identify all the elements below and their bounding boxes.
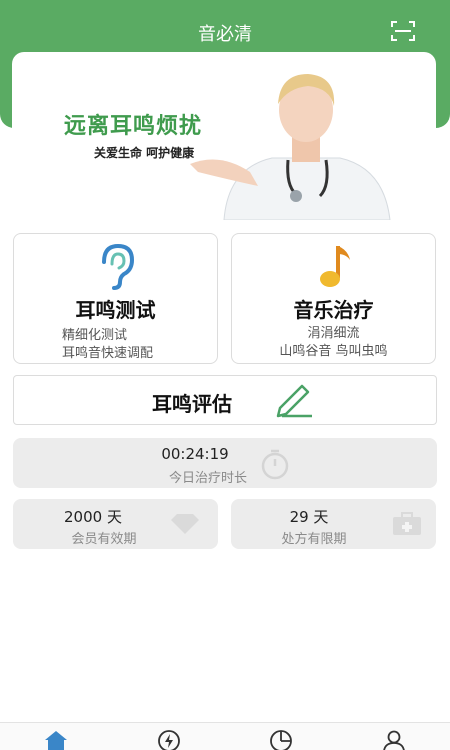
prescription-label: 处方有限期 [281,532,347,547]
home-icon[interactable] [43,729,69,750]
therapy-time-label: 今日治疗时长 [168,471,247,486]
membership-panel: 2000 天 会员有效期 [13,499,218,549]
prescription-value: 29 天 [289,508,329,526]
music-therapy-desc-1: 涓涓细流 [307,326,360,341]
tinnitus-test-desc-1: 精细化测试 [62,328,128,343]
scan-icon[interactable] [391,20,415,42]
tinnitus-evaluation-button[interactable]: 耳鸣评估 [13,375,437,425]
pie-chart-icon[interactable] [268,729,294,750]
medical-kit-icon [393,512,421,535]
user-icon[interactable] [381,729,407,750]
music-therapy-card[interactable]: 音乐治疗 涓涓细流 山鸣谷音 鸟叫虫鸣 [231,233,436,364]
lightning-icon[interactable] [156,729,182,750]
diamond-icon [171,514,199,534]
evaluation-label: 耳鸣评估 [152,392,232,416]
tinnitus-test-desc-2: 耳鸣音快速调配 [62,346,154,361]
music-therapy-desc-2: 山鸣谷音 鸟叫虫鸣 [279,344,388,359]
tinnitus-test-title: 耳鸣测试 [75,298,156,322]
bottom-tab-bar [0,722,450,750]
music-note-icon [320,246,350,287]
ear-icon [102,243,135,290]
banner: 远离耳鸣烦扰 关爱生命 呵护健康 [12,52,436,220]
membership-label: 会员有效期 [71,532,137,547]
music-therapy-title: 音乐治疗 [293,298,374,322]
tinnitus-test-card[interactable]: 耳鸣测试 精细化测试 耳鸣音快速调配 [13,233,218,364]
therapy-time-value: 00:24:19 [161,445,229,463]
therapy-time-panel: 00:24:19 今日治疗时长 [13,438,437,488]
doctor-illustration [190,74,391,220]
membership-value: 2000 天 [64,508,122,526]
app-title: 音必清 [198,24,252,45]
prescription-panel: 29 天 处方有限期 [231,499,436,549]
stopwatch-icon [261,449,289,480]
pen-icon [276,384,312,418]
